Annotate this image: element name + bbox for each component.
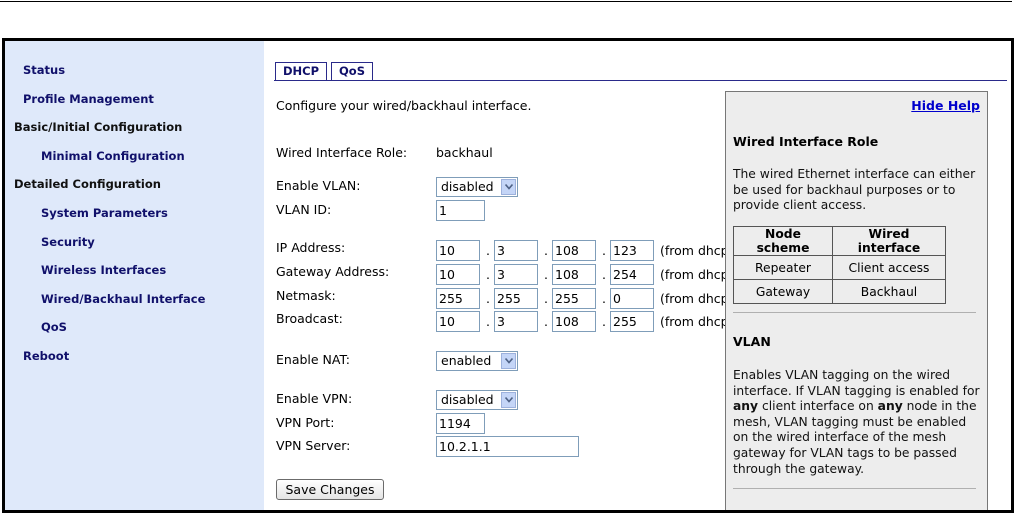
sidebar-item-qos[interactable]: QoS <box>41 320 67 334</box>
table-cell: Gateway <box>733 279 833 304</box>
table-cell: Client access <box>832 255 946 280</box>
hide-help-link[interactable]: Hide Help <box>911 98 980 113</box>
netmask-label: Netmask: <box>276 288 336 303</box>
broadcast-octet-3[interactable]: 108 <box>552 311 596 332</box>
ip-dot: . <box>544 243 548 258</box>
sidebar-item-wired-backhaul-interface[interactable]: Wired/Backhaul Interface <box>41 292 205 306</box>
gateway-dot: . <box>486 267 490 282</box>
table-cell: Repeater <box>733 255 833 280</box>
gateway-label: Gateway Address: <box>276 264 390 279</box>
tab-underline <box>274 80 1007 81</box>
table-header: Wired interface <box>832 226 946 256</box>
vlan-id-input[interactable]: 1 <box>436 200 485 221</box>
nat-select-value: enabled <box>441 353 492 368</box>
gateway-octet-3[interactable]: 108 <box>552 264 596 285</box>
gateway-octet-4[interactable]: 254 <box>610 264 654 285</box>
gateway-dot: . <box>602 267 606 282</box>
tab-dhcp[interactable]: DHCP <box>275 62 327 80</box>
sidebar-item-reboot[interactable]: Reboot <box>23 349 69 363</box>
vlan-select-value: disabled <box>441 179 494 194</box>
vpn-label: Enable VPN: <box>276 391 353 406</box>
help-role-text: The wired Ethernet interface can either … <box>733 167 976 213</box>
save-changes-button[interactable]: Save Changes <box>276 479 384 500</box>
broadcast-dot: . <box>602 314 606 329</box>
broadcast-dot: . <box>486 314 490 329</box>
vpn-port-label: VPN Port: <box>276 415 335 430</box>
intro-text: Configure your wired/backhaul interface. <box>276 98 532 113</box>
main-content: DHCP QoS Configure your wired/backhaul i… <box>267 41 1011 510</box>
vpn-server-label: VPN Server: <box>276 438 351 453</box>
help-role-heading: Wired Interface Role <box>733 134 879 149</box>
sidebar-item-wireless-interfaces[interactable]: Wireless Interfaces <box>41 263 166 277</box>
help-panel: Hide Help Wired Interface Role The wired… <box>725 91 988 510</box>
help-divider <box>733 488 976 489</box>
gateway-octet-2[interactable]: 3 <box>494 264 538 285</box>
browser-frame: Status Profile Management Basic/Initial … <box>2 38 1014 513</box>
netmask-source-note: (from dhcp <box>660 291 729 306</box>
sidebar-item-profile-management[interactable]: Profile Management <box>23 92 154 106</box>
gateway-octet-1[interactable]: 10 <box>436 264 480 285</box>
vlan-label: Enable VLAN: <box>276 178 361 193</box>
sidebar-item-security[interactable]: Security <box>41 235 95 249</box>
help-vlan-heading: VLAN <box>733 334 771 349</box>
chevron-down-icon <box>501 392 516 408</box>
broadcast-label: Broadcast: <box>276 311 343 326</box>
broadcast-source-note: (from dhcp <box>660 314 729 329</box>
gateway-dot: . <box>544 267 548 282</box>
vpn-select-value: disabled <box>441 392 494 407</box>
netmask-dot: . <box>486 291 490 306</box>
broadcast-dot: . <box>544 314 548 329</box>
broadcast-octet-2[interactable]: 3 <box>494 311 538 332</box>
netmask-octet-3[interactable]: 255 <box>552 288 596 309</box>
netmask-dot: . <box>544 291 548 306</box>
sidebar: Status Profile Management Basic/Initial … <box>5 41 264 510</box>
tab-qos[interactable]: QoS <box>331 62 373 80</box>
nat-label: Enable NAT: <box>276 352 350 367</box>
ip-octet-2[interactable]: 3 <box>494 240 538 261</box>
ip-source-note: (from dhcp <box>660 243 729 258</box>
broadcast-octet-4[interactable]: 255 <box>610 311 654 332</box>
netmask-octet-4[interactable]: 0 <box>610 288 654 309</box>
table-header: Node scheme <box>733 226 833 256</box>
broadcast-octet-1[interactable]: 10 <box>436 311 480 332</box>
vpn-select[interactable]: disabled <box>436 390 518 410</box>
table-row: Repeater Client access <box>733 255 946 280</box>
sidebar-item-system-parameters[interactable]: System Parameters <box>41 206 168 220</box>
ip-octet-1[interactable]: 10 <box>436 240 480 261</box>
help-role-table: Node scheme Wired interface Repeater Cli… <box>733 226 946 304</box>
vlan-select[interactable]: disabled <box>436 177 518 197</box>
sidebar-item-minimal-configuration[interactable]: Minimal Configuration <box>41 149 185 163</box>
sidebar-header-basic-configuration: Basic/Initial Configuration <box>14 120 183 134</box>
netmask-octet-2[interactable]: 255 <box>494 288 538 309</box>
ip-dot: . <box>486 243 490 258</box>
vlan-id-label: VLAN ID: <box>276 202 332 217</box>
ip-octet-3[interactable]: 108 <box>552 240 596 261</box>
role-label: Wired Interface Role: <box>276 145 408 160</box>
help-vlan-text: Enables VLAN tagging on the wired interf… <box>733 368 980 476</box>
gateway-source-note: (from dhcp <box>660 267 729 282</box>
ip-dot: . <box>602 243 606 258</box>
nat-select[interactable]: enabled <box>436 351 518 371</box>
help-divider <box>733 312 976 313</box>
vpn-server-input[interactable]: 10.2.1.1 <box>436 436 579 457</box>
vpn-port-input[interactable]: 1194 <box>436 413 485 434</box>
role-value: backhaul <box>436 145 493 160</box>
chevron-down-icon <box>501 179 516 195</box>
ip-label: IP Address: <box>276 240 346 255</box>
sidebar-header-detailed-configuration: Detailed Configuration <box>14 177 161 191</box>
ip-octet-4[interactable]: 123 <box>610 240 654 261</box>
sidebar-item-status[interactable]: Status <box>23 63 65 77</box>
table-cell: Backhaul <box>832 279 946 304</box>
chevron-down-icon <box>501 353 516 369</box>
netmask-octet-1[interactable]: 255 <box>436 288 480 309</box>
table-row: Gateway Backhaul <box>733 279 946 304</box>
netmask-dot: . <box>602 291 606 306</box>
top-divider <box>0 1 1012 2</box>
